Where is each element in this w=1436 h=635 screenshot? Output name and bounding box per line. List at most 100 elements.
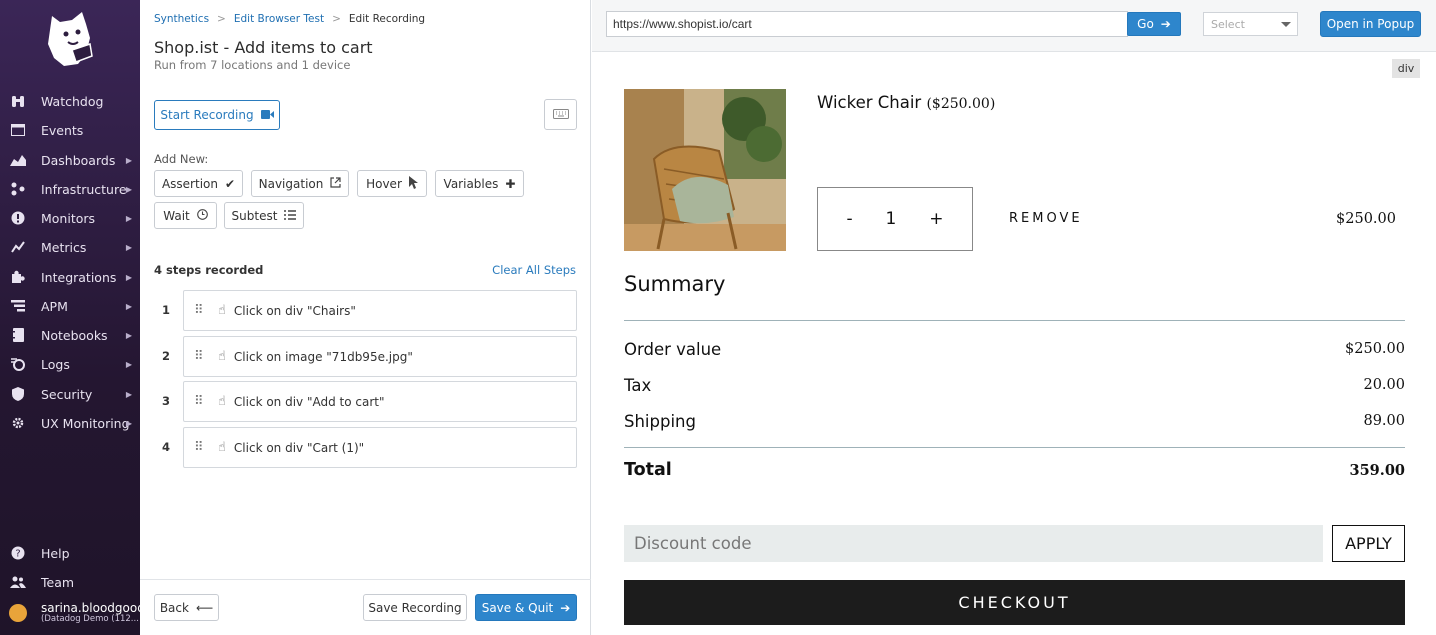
binoculars-icon	[10, 93, 26, 109]
sidebar-item-monitors[interactable]: Monitors ▶	[0, 205, 140, 231]
events-icon	[10, 122, 26, 138]
breadcrumb-synthetics[interactable]: Synthetics	[154, 13, 209, 25]
arrow-left-icon: ⟵	[195, 600, 214, 615]
arrow-right-icon: ➔	[1160, 17, 1171, 31]
footer-divider	[140, 579, 591, 580]
svg-text:?: ?	[15, 549, 20, 560]
step-row[interactable]: ⠿ ☝ Click on image "71db95e.jpg"	[183, 336, 577, 377]
line-item-price: $250.00	[1336, 211, 1396, 227]
sidebar-item-label: Notebooks	[41, 327, 108, 343]
external-link-icon	[330, 176, 341, 191]
product-name: Wicker Chair ($250.00)	[817, 93, 995, 112]
sidebar-item-notebooks[interactable]: Notebooks ▶	[0, 322, 140, 348]
sidebar-item-integrations[interactable]: Integrations ▶	[0, 264, 140, 290]
sidebar-item-security[interactable]: Security ▶	[0, 381, 140, 407]
chevron-right-icon: ▶	[125, 389, 132, 399]
sidebar-item-help[interactable]: ? Help	[0, 540, 140, 566]
chevron-right-icon: ▶	[125, 213, 132, 223]
chevron-right-icon: ▶	[125, 418, 132, 428]
back-label: Back	[159, 600, 189, 615]
breadcrumb-separator: >	[332, 13, 341, 25]
chevron-down-icon	[1281, 22, 1291, 27]
checkout-button[interactable]: CHECKOUT	[624, 580, 1405, 625]
logs-icon	[10, 356, 26, 372]
video-camera-icon	[260, 108, 274, 122]
device-select-placeholder: Select	[1211, 18, 1245, 31]
remove-item-button[interactable]: REMOVE	[1009, 211, 1083, 226]
save-recording-button[interactable]: Save Recording	[363, 594, 467, 621]
sidebar-item-label: APM	[41, 298, 68, 314]
summary-heading: Summary	[624, 272, 726, 296]
shield-icon	[10, 386, 26, 402]
plus-icon: ✚	[505, 176, 516, 191]
step-number: 3	[162, 394, 171, 408]
step-row[interactable]: ⠿ ☝ Click on div "Add to cart"	[183, 381, 577, 422]
clear-all-steps-link[interactable]: Clear All Steps	[492, 263, 576, 277]
sidebar: Watchdog Events Dashboards ▶ Infrastruct…	[0, 0, 140, 635]
breadcrumb-edit-browser-test[interactable]: Edit Browser Test	[234, 13, 324, 25]
sidebar-item-ux-monitoring[interactable]: UX Monitoring ▶	[0, 410, 140, 436]
go-label: Go	[1137, 17, 1154, 31]
step-number: 4	[162, 440, 171, 454]
sidebar-item-watchdog[interactable]: Watchdog	[0, 88, 140, 114]
add-navigation-button[interactable]: Navigation	[251, 170, 349, 197]
sidebar-item-label: Help	[41, 545, 70, 561]
sidebar-item-label: Monitors	[41, 210, 96, 226]
step-row[interactable]: ⠿ ☝ Click on div "Chairs"	[183, 290, 577, 331]
add-hover-button[interactable]: Hover	[357, 170, 427, 197]
apply-discount-button[interactable]: APPLY	[1332, 525, 1405, 562]
sidebar-item-label: Metrics	[41, 239, 87, 255]
product-image[interactable]	[624, 89, 786, 251]
step-description: Click on div "Add to cart"	[233, 394, 385, 409]
keyboard-shortcuts-button[interactable]	[544, 99, 577, 130]
page-subtitle: Run from 7 locations and 1 device	[154, 58, 351, 72]
keyboard-icon	[552, 108, 569, 122]
drag-handle-icon[interactable]: ⠿	[194, 395, 204, 408]
help-icon: ?	[10, 545, 26, 561]
sidebar-item-metrics[interactable]: Metrics ▶	[0, 234, 140, 260]
discount-code-input[interactable]	[624, 525, 1323, 562]
user-menu[interactable]: sarina.bloodgood (Datadog Demo (112...	[0, 598, 140, 628]
add-assertion-button[interactable]: Assertion ✔	[154, 170, 243, 197]
drag-handle-icon[interactable]: ⠿	[194, 350, 204, 363]
back-button[interactable]: Back ⟵	[154, 594, 219, 621]
sidebar-item-events[interactable]: Events	[0, 117, 140, 143]
datadog-logo[interactable]	[42, 8, 98, 68]
open-in-popup-label: Open in Popup	[1326, 17, 1415, 31]
sidebar-item-label: Infrastructure	[41, 181, 127, 197]
device-select[interactable]: Select	[1203, 12, 1298, 36]
shipping-label: Shipping	[624, 412, 696, 431]
url-input[interactable]	[606, 11, 1128, 37]
add-variables-button[interactable]: Variables ✚	[435, 170, 524, 197]
add-subtest-button[interactable]: Subtest	[224, 202, 304, 229]
step-row[interactable]: ⠿ ☝ Click on div "Cart (1)"	[183, 427, 577, 468]
drag-handle-icon[interactable]: ⠿	[194, 441, 204, 454]
go-button[interactable]: Go ➔	[1127, 12, 1181, 36]
breadcrumb-edit-recording: Edit Recording	[348, 13, 426, 25]
breadcrumb: Synthetics > Edit Browser Test > Edit Re…	[154, 13, 425, 25]
open-in-popup-button[interactable]: Open in Popup	[1320, 11, 1421, 37]
tax-label: Tax	[624, 376, 652, 395]
summary-divider	[624, 320, 1405, 321]
sidebar-item-apm[interactable]: APM ▶	[0, 293, 140, 319]
increase-quantity-button[interactable]: +	[929, 209, 943, 229]
save-and-quit-button[interactable]: Save & Quit ➔	[475, 594, 577, 621]
start-recording-button[interactable]: Start Recording	[154, 100, 280, 130]
sidebar-item-team[interactable]: Team	[0, 569, 140, 595]
sidebar-item-label: Integrations	[41, 269, 117, 285]
clock-icon	[196, 208, 208, 223]
decrease-quantity-button[interactable]: -	[846, 209, 852, 229]
chevron-right-icon: ▶	[125, 155, 132, 165]
sidebar-item-logs[interactable]: Logs ▶	[0, 351, 140, 377]
chevron-right-icon: ▶	[125, 301, 132, 311]
add-wait-button[interactable]: Wait	[154, 202, 217, 229]
quantity-stepper: - 1 +	[817, 187, 973, 251]
product-unit-price: ($250.00)	[926, 96, 996, 112]
sidebar-item-infrastructure[interactable]: Infrastructure ▶	[0, 176, 140, 202]
sidebar-item-label: Events	[41, 122, 84, 138]
browser-toolbar: Go ➔ Select Open in Popup	[592, 0, 1436, 52]
sidebar-item-dashboards[interactable]: Dashboards ▶	[0, 147, 140, 173]
add-hover-label: Hover	[366, 176, 402, 191]
element-tag-badge: div	[1392, 59, 1420, 78]
drag-handle-icon[interactable]: ⠿	[194, 304, 204, 317]
